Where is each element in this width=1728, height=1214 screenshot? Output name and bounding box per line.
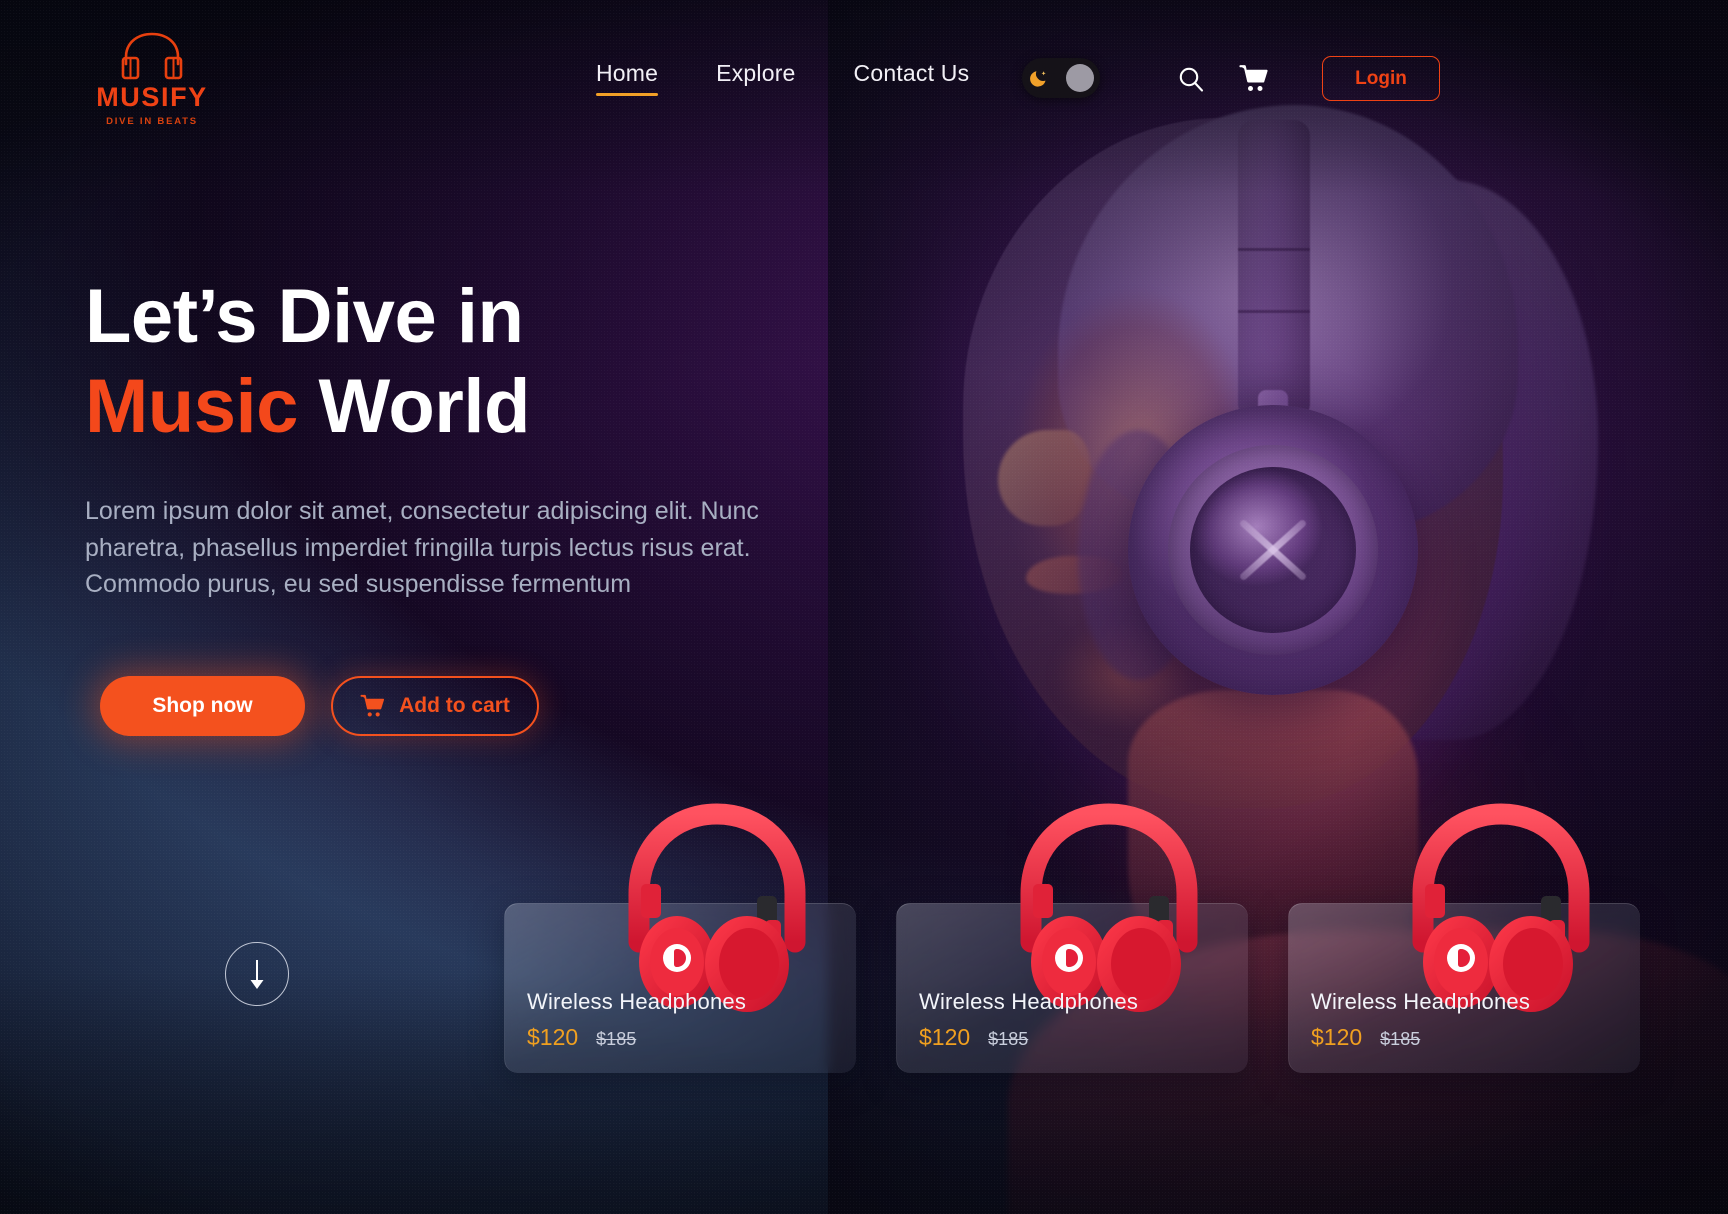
main-navigation: Home Explore Contact Us xyxy=(596,60,969,96)
page-stage: MUSIFY DIVE IN BEATS Home Explore Contac… xyxy=(0,0,1728,1214)
nav-link-home[interactable]: Home xyxy=(596,60,659,96)
hero-paragraph: Lorem ipsum dolor sit amet, consectetur … xyxy=(85,497,759,598)
product-price-row: $120 $185 xyxy=(1311,1024,1530,1051)
dark-mode-toggle[interactable] xyxy=(1022,58,1100,98)
product-card-list: Wireless Headphones $120 $185 Wireless H… xyxy=(504,803,1640,1073)
nav-link-explore[interactable]: Explore xyxy=(716,60,795,96)
cart-icon xyxy=(360,694,385,716)
product-title: Wireless Headphones xyxy=(919,989,1139,1014)
hero-title-line1: Let’s Dive in xyxy=(85,274,524,359)
hero-cta-row: Shop now Add to cart xyxy=(100,676,539,736)
product-price: $120 xyxy=(919,1024,971,1050)
search-icon xyxy=(1179,67,1204,92)
moon-star-icon xyxy=(1030,71,1046,87)
product-old-price: $185 xyxy=(1380,1029,1421,1049)
brand-logo[interactable]: MUSIFY DIVE IN BEATS xyxy=(92,30,212,127)
arrow-down-icon xyxy=(250,960,264,989)
cart-button[interactable] xyxy=(1236,60,1274,98)
hero-section: Let’s Dive in Music World Lorem ipsum do… xyxy=(85,272,805,602)
product-price: $120 xyxy=(527,1024,579,1050)
product-price-row: $120 $185 xyxy=(527,1024,746,1051)
brand-tagline: DIVE IN BEATS xyxy=(106,116,198,127)
product-info: Wireless Headphones $120 $185 xyxy=(919,989,1138,1051)
red-headphones-image xyxy=(1020,803,1198,1012)
headphones-icon xyxy=(121,32,183,80)
product-card[interactable]: Wireless Headphones $120 $185 xyxy=(504,803,856,1073)
red-headphones-image xyxy=(628,803,806,1012)
brand-name: MUSIFY xyxy=(96,82,208,112)
add-to-cart-button[interactable]: Add to cart xyxy=(331,676,539,736)
shopping-cart-icon xyxy=(1239,65,1268,91)
search-button[interactable] xyxy=(1172,60,1210,98)
product-old-price: $185 xyxy=(596,1029,637,1049)
shop-now-button[interactable]: Shop now xyxy=(100,676,305,736)
login-button[interactable]: Login xyxy=(1322,56,1440,101)
hero-title-accent: Music xyxy=(85,363,298,449)
product-price-row: $120 $185 xyxy=(919,1024,1138,1051)
add-to-cart-label: Add to cart xyxy=(399,694,510,717)
product-title: Wireless Headphones xyxy=(1311,989,1531,1014)
hero-title-rest: World xyxy=(297,363,531,449)
product-title: Wireless Headphones xyxy=(527,989,747,1014)
product-info: Wireless Headphones $120 $185 xyxy=(527,989,746,1051)
product-price: $120 xyxy=(1311,1024,1363,1050)
product-info: Wireless Headphones $120 $185 xyxy=(1311,989,1530,1051)
nav-link-contact[interactable]: Contact Us xyxy=(854,60,970,96)
product-old-price: $185 xyxy=(988,1029,1029,1049)
product-card[interactable]: Wireless Headphones $120 $185 xyxy=(896,803,1248,1073)
red-headphones-image xyxy=(1412,803,1590,1012)
site-header: MUSIFY DIVE IN BEATS Home Explore Contac… xyxy=(0,0,1728,160)
product-card[interactable]: Wireless Headphones $120 $185 xyxy=(1288,803,1640,1073)
scroll-down-button[interactable] xyxy=(225,942,289,1006)
toggle-knob xyxy=(1066,64,1094,92)
hero-title: Let’s Dive in Music World xyxy=(85,272,805,451)
